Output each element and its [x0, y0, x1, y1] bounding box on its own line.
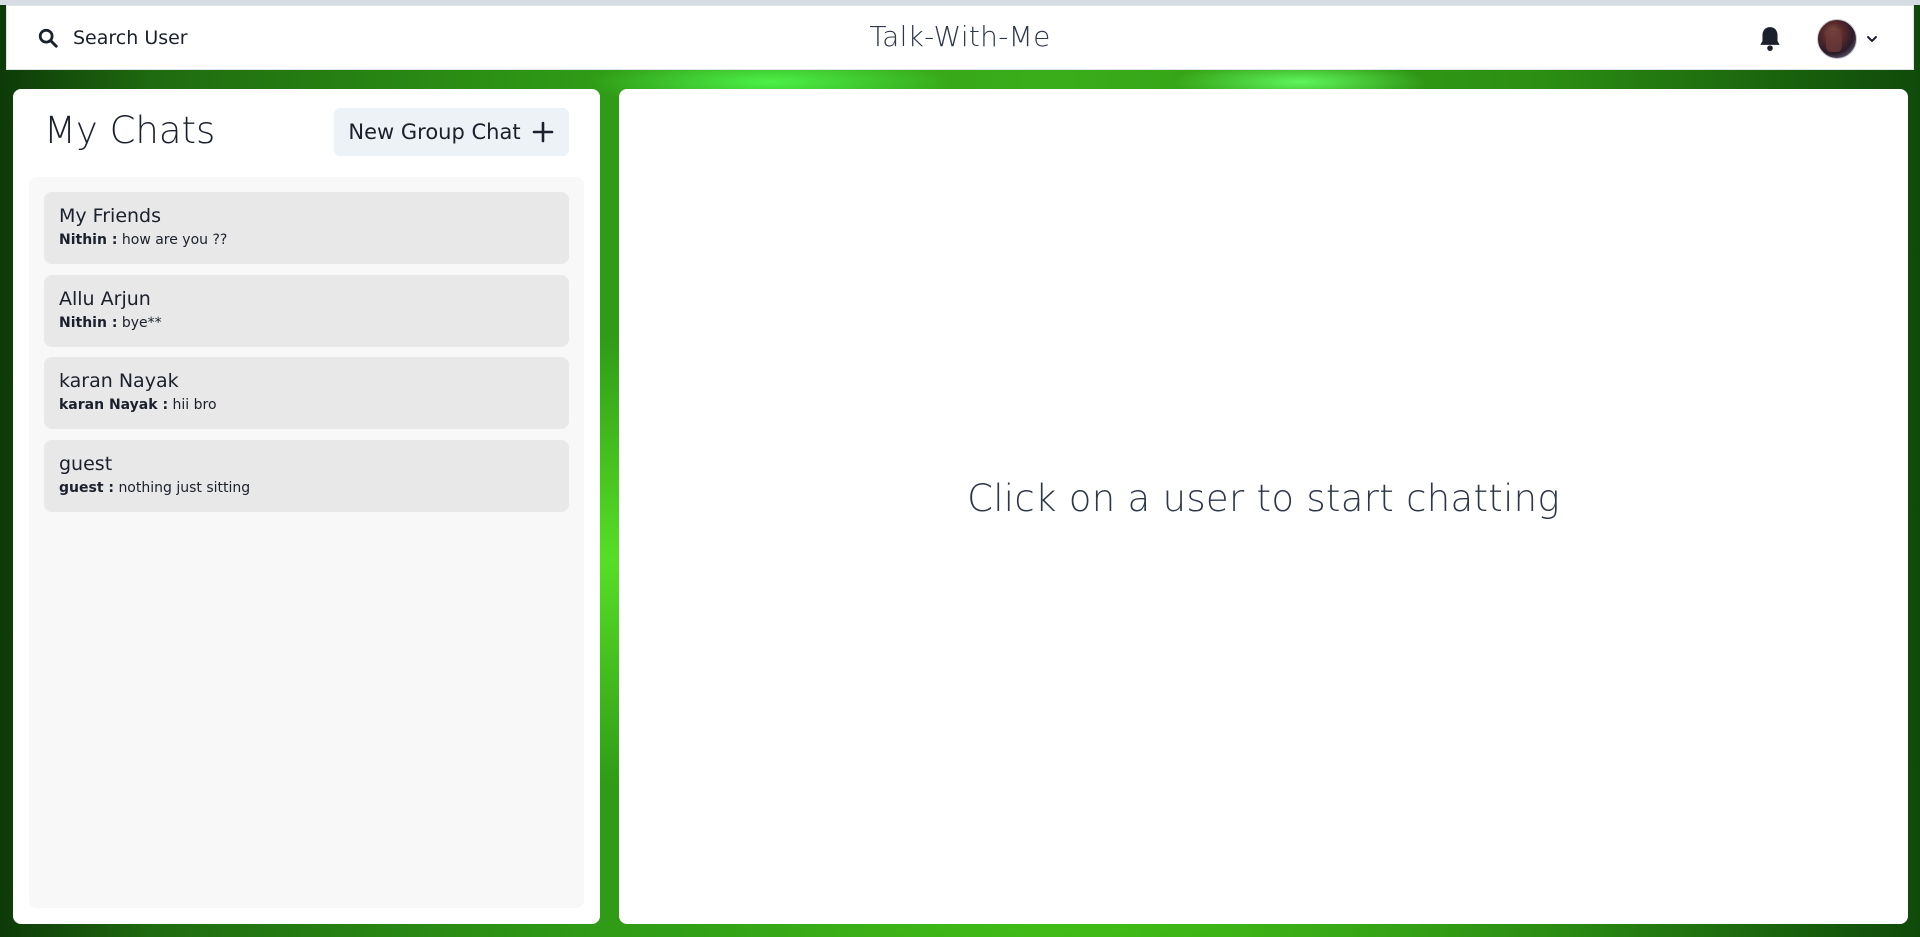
my-chats-title: My Chats — [44, 109, 216, 152]
chat-message-text: bye** — [121, 315, 162, 331]
chat-list-item[interactable]: Allu Arjun Nithin : bye** — [44, 275, 569, 347]
chat-latest-message: karan Nayak : hii bro — [59, 396, 554, 414]
chat-message-sender: karan Nayak : — [59, 397, 169, 413]
chat-list: My Friends Nithin : how are you ?? Allu … — [29, 177, 584, 908]
empty-chat-placeholder: Click on a user to start chatting — [967, 477, 1560, 520]
chat-name: guest — [59, 453, 113, 475]
chat-message-text: how are you ?? — [121, 232, 228, 248]
chat-name: Allu Arjun — [59, 288, 151, 310]
chat-list-item[interactable]: My Friends Nithin : how are you ?? — [44, 192, 569, 264]
new-group-chat-label: New Group Chat — [348, 120, 521, 144]
chat-latest-message: Nithin : how are you ?? — [59, 231, 554, 249]
chat-latest-message: Nithin : bye** — [59, 314, 554, 332]
chat-name: karan Nayak — [59, 370, 179, 392]
chat-list-item[interactable]: karan Nayak karan Nayak : hii bro — [44, 357, 569, 429]
chevron-down-icon — [1867, 36, 1877, 42]
app-title: Talk-With-Me — [869, 20, 1051, 53]
chat-latest-message: guest : nothing just sitting — [59, 479, 554, 497]
my-chats-panel: My Chats New Group Chat My Friends Nithi… — [13, 89, 600, 924]
plus-icon — [532, 121, 553, 143]
top-nav-bar: Search User Talk-With-Me — [6, 5, 1914, 70]
new-group-chat-button[interactable]: New Group Chat — [334, 108, 569, 156]
avatar — [1817, 19, 1857, 59]
bell-icon[interactable] — [1757, 25, 1783, 53]
chat-message-sender: Nithin : — [59, 232, 118, 248]
chat-message-text: nothing just sitting — [118, 480, 251, 496]
chat-list-item[interactable]: guest guest : nothing just sitting — [44, 440, 569, 512]
chat-message-sender: Nithin : — [59, 315, 118, 331]
profile-menu-button[interactable] — [1817, 18, 1879, 60]
chat-message-sender: guest : — [59, 480, 114, 496]
chat-message-text: hii bro — [172, 397, 217, 413]
chat-window-panel: Click on a user to start chatting — [619, 89, 1908, 924]
chat-name: My Friends — [59, 205, 162, 227]
